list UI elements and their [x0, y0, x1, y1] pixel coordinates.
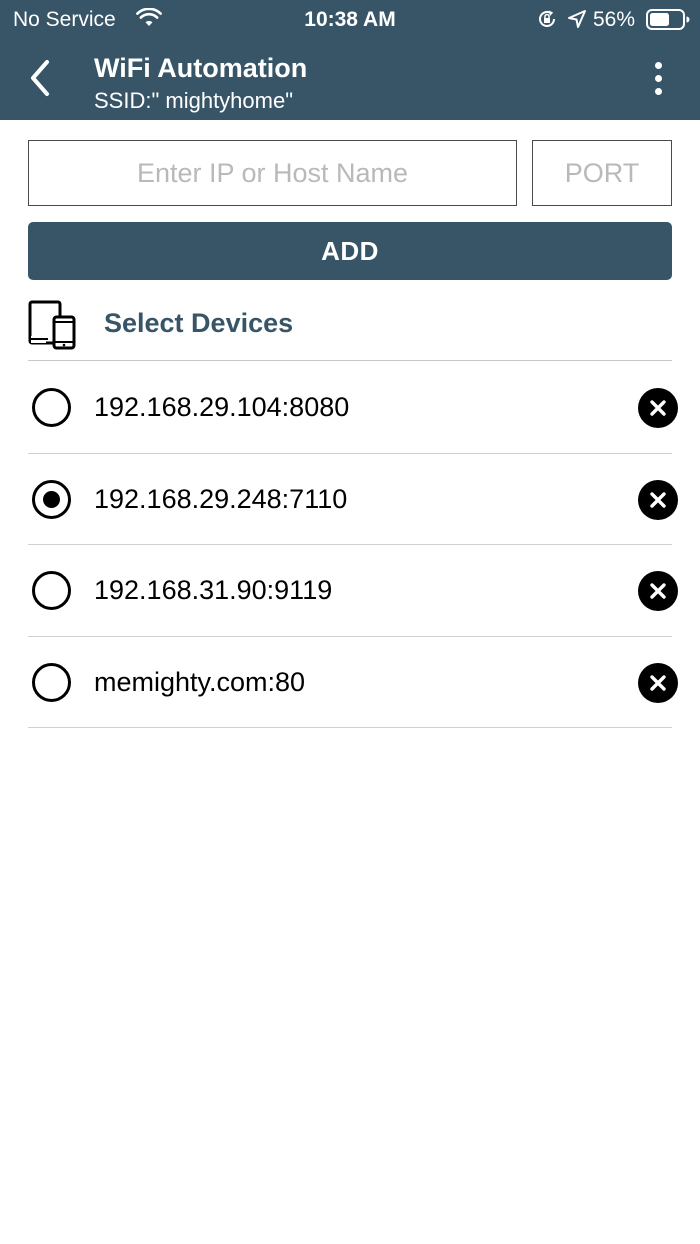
more-options-button[interactable] — [638, 56, 678, 100]
device-row[interactable]: 192.168.29.104:8080 — [0, 362, 700, 454]
back-button[interactable] — [18, 56, 62, 100]
app-header: No Service 10:38 AM 56% WiFi Automation … — [0, 0, 700, 120]
device-radio[interactable] — [32, 388, 71, 427]
section-divider — [28, 360, 672, 361]
device-address: 192.168.29.248:7110 — [94, 483, 348, 514]
close-icon — [650, 491, 666, 508]
remove-device-button[interactable] — [638, 479, 678, 520]
rotation-lock-icon — [539, 10, 555, 27]
remove-device-button[interactable] — [638, 662, 678, 703]
device-radio[interactable] — [32, 479, 71, 519]
select-devices-header: Select Devices — [28, 298, 672, 362]
remove-device-button[interactable] — [638, 388, 678, 428]
devices-icon — [28, 300, 76, 350]
device-row[interactable]: memighty.com:80 — [0, 637, 700, 728]
device-row[interactable]: 192.168.31.90:9119 — [0, 545, 700, 637]
remove-device-button[interactable] — [638, 571, 678, 611]
port-input[interactable] — [532, 140, 672, 206]
app-screen: No Service 10:38 AM 56% WiFi Automation … — [0, 0, 700, 1244]
ssid-subtitle: SSID:" mightyhome" — [94, 88, 294, 113]
page-title: WiFi Automation — [94, 53, 308, 83]
device-radio[interactable] — [32, 571, 71, 610]
device-row[interactable]: 192.168.29.248:7110 — [0, 454, 700, 545]
host-input[interactable] — [28, 140, 517, 206]
more-vertical-icon — [654, 74, 662, 82]
row-divider — [28, 727, 672, 728]
close-icon — [650, 400, 666, 416]
close-icon — [650, 674, 666, 691]
battery-percent: 56% — [593, 8, 636, 31]
chevron-left-icon — [31, 60, 49, 96]
add-button[interactable]: ADD — [28, 222, 672, 280]
device-radio[interactable] — [32, 662, 71, 702]
device-address: 192.168.29.104:8080 — [94, 392, 350, 422]
section-title: Select Devices — [104, 308, 294, 338]
more-vertical-icon — [654, 61, 662, 69]
status-bar: No Service 10:38 AM 56% — [0, 0, 700, 40]
more-vertical-icon — [654, 87, 662, 95]
device-address: 192.168.31.90:9119 — [94, 575, 333, 605]
close-icon — [650, 583, 666, 599]
location-arrow-icon — [568, 10, 586, 28]
radio-selected-dot — [43, 490, 60, 508]
device-address: memighty.com:80 — [94, 666, 306, 697]
battery-icon — [646, 9, 690, 30]
device-list: 192.168.29.104:8080 192.168.29.248:7110 19… — [0, 362, 700, 728]
